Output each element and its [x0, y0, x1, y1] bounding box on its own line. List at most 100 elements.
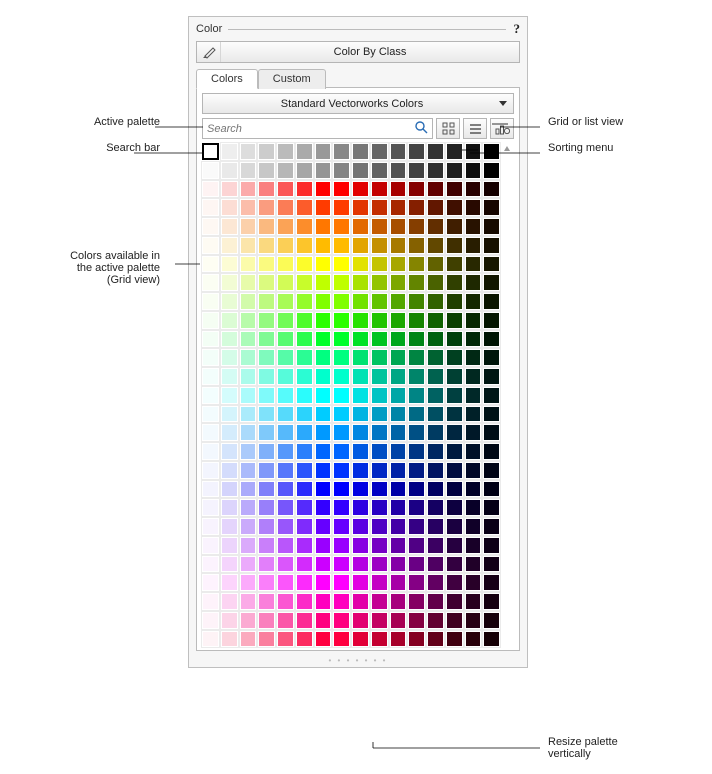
- color-swatch[interactable]: [390, 443, 407, 460]
- color-swatch[interactable]: [352, 631, 369, 648]
- color-swatch[interactable]: [315, 368, 332, 385]
- color-swatch[interactable]: [296, 462, 313, 479]
- color-swatch[interactable]: [202, 462, 219, 479]
- color-swatch[interactable]: [221, 312, 238, 329]
- color-swatch[interactable]: [258, 349, 275, 366]
- color-swatch[interactable]: [202, 574, 219, 591]
- color-swatch[interactable]: [352, 162, 369, 179]
- color-swatch[interactable]: [277, 462, 294, 479]
- color-swatch[interactable]: [296, 237, 313, 254]
- color-swatch[interactable]: [390, 293, 407, 310]
- color-swatch[interactable]: [427, 631, 444, 648]
- color-swatch[interactable]: [258, 574, 275, 591]
- color-swatch[interactable]: [240, 143, 257, 160]
- color-swatch[interactable]: [221, 556, 238, 573]
- color-swatch[interactable]: [202, 274, 219, 291]
- color-swatch[interactable]: [202, 331, 219, 348]
- color-swatch[interactable]: [221, 331, 238, 348]
- color-swatch[interactable]: [352, 574, 369, 591]
- color-swatch[interactable]: [333, 387, 350, 404]
- color-swatch[interactable]: [258, 143, 275, 160]
- color-swatch[interactable]: [483, 499, 500, 516]
- color-swatch[interactable]: [390, 162, 407, 179]
- color-swatch[interactable]: [333, 199, 350, 216]
- color-swatch[interactable]: [465, 256, 482, 273]
- color-swatch[interactable]: [221, 237, 238, 254]
- color-swatch[interactable]: [315, 631, 332, 648]
- color-swatch[interactable]: [296, 499, 313, 516]
- color-swatch[interactable]: [465, 181, 482, 198]
- color-swatch[interactable]: [465, 556, 482, 573]
- color-swatch[interactable]: [390, 368, 407, 385]
- color-swatch[interactable]: [483, 406, 500, 423]
- color-swatch[interactable]: [352, 443, 369, 460]
- color-swatch[interactable]: [446, 556, 463, 573]
- color-swatch[interactable]: [427, 368, 444, 385]
- color-swatch[interactable]: [277, 293, 294, 310]
- color-swatch[interactable]: [427, 481, 444, 498]
- color-swatch[interactable]: [483, 237, 500, 254]
- color-swatch[interactable]: [465, 293, 482, 310]
- color-swatch[interactable]: [427, 462, 444, 479]
- color-swatch[interactable]: [202, 518, 219, 535]
- color-swatch[interactable]: [240, 481, 257, 498]
- color-swatch[interactable]: [408, 331, 425, 348]
- color-swatch[interactable]: [258, 612, 275, 629]
- color-swatch[interactable]: [371, 331, 388, 348]
- color-swatch[interactable]: [240, 593, 257, 610]
- color-swatch[interactable]: [371, 406, 388, 423]
- color-swatch[interactable]: [390, 331, 407, 348]
- color-swatch[interactable]: [465, 331, 482, 348]
- color-swatch[interactable]: [352, 481, 369, 498]
- color-swatch[interactable]: [221, 574, 238, 591]
- color-swatch[interactable]: [315, 387, 332, 404]
- color-swatch[interactable]: [315, 612, 332, 629]
- color-swatch[interactable]: [483, 537, 500, 554]
- color-swatch[interactable]: [427, 143, 444, 160]
- color-swatch[interactable]: [258, 556, 275, 573]
- color-swatch[interactable]: [333, 462, 350, 479]
- color-swatch[interactable]: [240, 387, 257, 404]
- color-swatch[interactable]: [296, 293, 313, 310]
- color-swatch[interactable]: [371, 387, 388, 404]
- color-swatch[interactable]: [258, 256, 275, 273]
- color-swatch[interactable]: [258, 293, 275, 310]
- color-swatch[interactable]: [483, 368, 500, 385]
- color-swatch[interactable]: [371, 556, 388, 573]
- color-swatch[interactable]: [446, 443, 463, 460]
- color-swatch[interactable]: [465, 218, 482, 235]
- color-swatch[interactable]: [483, 424, 500, 441]
- color-swatch[interactable]: [390, 518, 407, 535]
- color-swatch[interactable]: [202, 256, 219, 273]
- color-swatch[interactable]: [390, 274, 407, 291]
- color-swatch[interactable]: [240, 537, 257, 554]
- color-swatch[interactable]: [221, 387, 238, 404]
- color-swatch[interactable]: [427, 406, 444, 423]
- color-swatch[interactable]: [315, 424, 332, 441]
- color-swatch[interactable]: [240, 256, 257, 273]
- color-swatch[interactable]: [202, 443, 219, 460]
- color-swatch[interactable]: [277, 574, 294, 591]
- color-swatch[interactable]: [315, 274, 332, 291]
- color-swatch[interactable]: [465, 312, 482, 329]
- color-swatch[interactable]: [277, 368, 294, 385]
- color-swatch[interactable]: [427, 574, 444, 591]
- color-swatch[interactable]: [277, 162, 294, 179]
- color-swatch[interactable]: [483, 443, 500, 460]
- color-swatch[interactable]: [296, 387, 313, 404]
- color-swatch[interactable]: [483, 331, 500, 348]
- color-swatch[interactable]: [390, 612, 407, 629]
- color-swatch[interactable]: [427, 443, 444, 460]
- color-swatch[interactable]: [296, 631, 313, 648]
- color-swatch[interactable]: [352, 499, 369, 516]
- color-swatch[interactable]: [240, 574, 257, 591]
- color-swatch[interactable]: [315, 331, 332, 348]
- color-swatch[interactable]: [296, 199, 313, 216]
- color-swatch[interactable]: [315, 143, 332, 160]
- tab-custom[interactable]: Custom: [258, 69, 326, 89]
- color-swatch[interactable]: [240, 349, 257, 366]
- color-swatch[interactable]: [352, 556, 369, 573]
- color-swatch[interactable]: [446, 574, 463, 591]
- color-swatch[interactable]: [371, 518, 388, 535]
- color-swatch[interactable]: [315, 537, 332, 554]
